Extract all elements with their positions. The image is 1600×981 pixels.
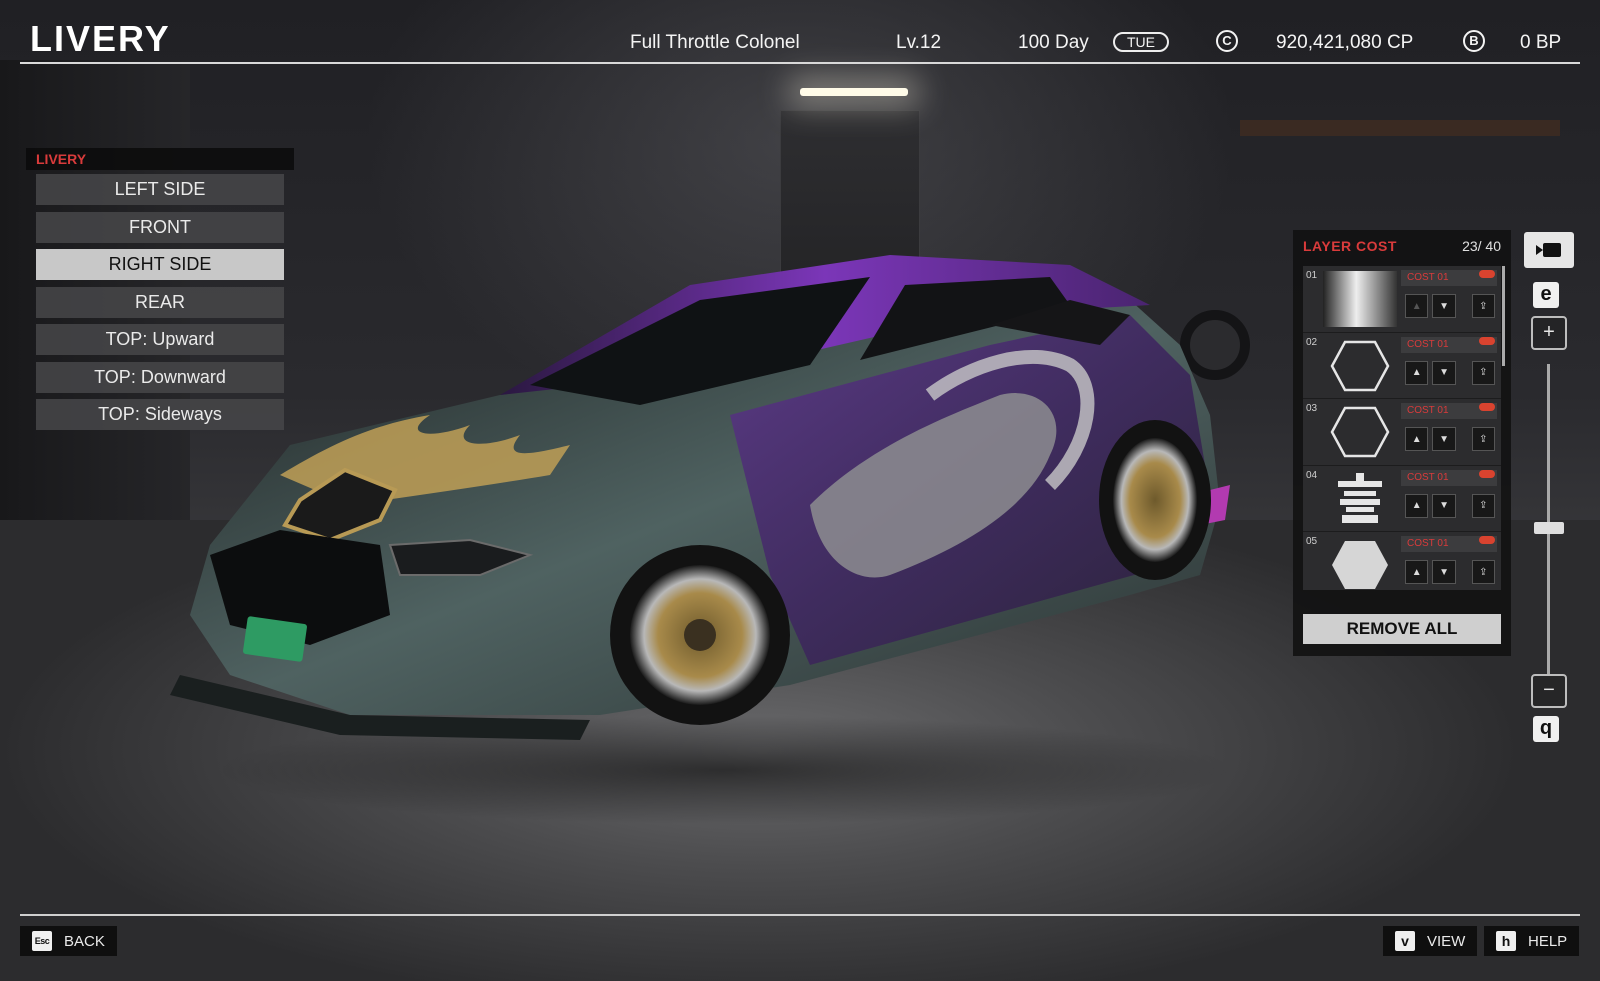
remove-all-button[interactable]: REMOVE ALL (1303, 614, 1501, 644)
move-layer-down-icon[interactable]: ▼ (1432, 493, 1456, 518)
layer-upload-icon[interactable]: ⇪ (1471, 294, 1495, 318)
zoom-slider-track[interactable] (1547, 364, 1550, 674)
zoom-out-button[interactable]: − (1531, 674, 1567, 708)
menu-item-top-upward[interactable]: TOP: Upward (36, 324, 284, 355)
weekday-badge: TUE (1113, 32, 1169, 52)
move-layer-down-icon[interactable]: ▼ (1432, 427, 1456, 451)
layer-list[interactable]: 01 COST 01 ▲ ▼ ⇪ 02 COST 01 ▲ ▼ ⇪ 03 COST 01 ▲ ▼ ⇪ 04 CO… (1303, 266, 1501, 590)
hexagon-outline-icon[interactable] (1321, 403, 1399, 461)
layer-number: 01 (1306, 270, 1318, 281)
layer-visibility-toggle[interactable] (1479, 270, 1495, 278)
layer-number: 05 (1306, 536, 1318, 547)
page-title: LIVERY (30, 18, 171, 59)
menu-item-right-side[interactable]: RIGHT SIDE (36, 249, 284, 280)
back-label: BACK (64, 932, 105, 950)
layer-upload-icon[interactable]: ⇪ (1471, 360, 1495, 385)
gradient-icon[interactable] (1321, 270, 1399, 328)
zoom-slider-thumb[interactable] (1534, 522, 1564, 535)
help-label: HELP (1528, 932, 1568, 950)
zoom-in-button[interactable]: + (1531, 316, 1567, 350)
view-label: VIEW (1427, 932, 1466, 950)
garage-shelf (1240, 120, 1560, 136)
layer-upload-icon[interactable]: ⇪ (1471, 427, 1495, 451)
menu-item-top-sideways[interactable]: TOP: Sideways (36, 399, 284, 430)
back-button[interactable]: Esc BACK (20, 926, 117, 956)
day-counter: 100 Day (1018, 32, 1089, 53)
v-key-icon: v (1395, 931, 1415, 951)
layer-visibility-toggle[interactable] (1479, 536, 1495, 544)
layer-panel-header: LAYER COST 23/ 40 (1293, 230, 1511, 262)
menu-item-top-downward[interactable]: TOP: Downward (36, 361, 284, 393)
move-layer-up-icon[interactable]: ▲ (1405, 360, 1429, 385)
layer-row[interactable]: 02 COST 01 ▲ ▼ ⇪ (1303, 332, 1501, 399)
view-button[interactable]: v VIEW (1383, 926, 1478, 956)
h-key-icon: h (1496, 931, 1516, 951)
layer-number: 04 (1306, 469, 1318, 481)
menu-item-front[interactable]: FRONT (36, 211, 284, 243)
layer-controls: ▲ ▼ ⇪ (1405, 492, 1495, 520)
layer-cost-panel: LAYER COST 23/ 40 01 COST 01 ▲ ▼ ⇪ 02 COST 01 ▲… (1293, 230, 1511, 656)
menu-item-left-side[interactable]: LEFT SIDE (36, 174, 284, 205)
cp-balance: 920,421,080 CP (1276, 32, 1414, 53)
layer-row[interactable]: 03 COST 01 ▲ ▼ ⇪ (1303, 399, 1501, 466)
layer-list-scrollbar[interactable] (1502, 266, 1505, 366)
help-button[interactable]: h HELP (1484, 926, 1580, 956)
car-preview[interactable] (170, 245, 1280, 845)
move-layer-up-icon[interactable]: ▲ (1405, 560, 1429, 584)
layer-upload-icon[interactable]: ⇪ (1471, 493, 1495, 518)
layer-visibility-toggle[interactable] (1479, 336, 1495, 345)
move-layer-up-icon[interactable]: ▲ (1405, 493, 1429, 518)
menu-item-rear[interactable]: REAR (36, 286, 284, 318)
camera-view-button[interactable] (1524, 232, 1574, 268)
livery-menu-heading: LIVERY (26, 148, 294, 170)
layer-controls: ▲ ▼ ⇪ (1405, 359, 1495, 387)
hexagon-outline-icon[interactable] (1321, 337, 1399, 395)
zoom-out-key-hint: q (1533, 716, 1559, 742)
move-layer-down-icon[interactable]: ▼ (1432, 360, 1456, 385)
layer-visibility-toggle[interactable] (1479, 403, 1495, 411)
player-name: Full Throttle Colonel (630, 32, 800, 53)
layer-row[interactable]: 01 COST 01 ▲ ▼ ⇪ (1303, 266, 1501, 333)
camera-icon (1536, 243, 1561, 257)
hexagon-filled-icon[interactable] (1321, 536, 1399, 590)
bp-balance: 0 BP (1520, 32, 1562, 53)
layer-row[interactable]: 04 COST 01 ▲ ▼ ⇪ (1303, 465, 1501, 532)
cp-currency-icon: C (1216, 30, 1238, 52)
layer-cost-count: 23/ 40 (1462, 238, 1501, 254)
move-layer-up-icon[interactable]: ▲ (1405, 427, 1429, 451)
layer-number: 03 (1306, 403, 1318, 414)
move-layer-up-icon[interactable]: ▲ (1405, 294, 1429, 318)
player-level: Lv.12 (896, 32, 942, 53)
move-layer-down-icon[interactable]: ▼ (1432, 294, 1456, 318)
layer-controls: ▲ ▼ ⇪ (1405, 425, 1495, 453)
kanji-glyph-icon[interactable] (1321, 470, 1399, 528)
top-bar: LIVERY Full Throttle Colonel Lv.12 100 D… (20, 0, 1580, 64)
layer-controls: ▲ ▼ ⇪ (1405, 292, 1495, 320)
car-render (170, 255, 1230, 740)
livery-menu-items: LEFT SIDE FRONT RIGHT SIDE REAR TOP: Upward T… (26, 170, 294, 430)
footer-divider (20, 914, 1580, 916)
livery-menu: LIVERY LEFT SIDE FRONT RIGHT SIDE REAR TOP: … (26, 148, 294, 437)
layer-cost-title: LAYER COST (1303, 238, 1397, 254)
zoom-in-key-hint: e (1533, 282, 1559, 308)
bp-currency-icon: B (1463, 30, 1485, 52)
layer-visibility-toggle[interactable] (1479, 469, 1495, 478)
esc-key-icon: Esc (32, 931, 52, 951)
layer-controls: ▲ ▼ ⇪ (1405, 558, 1495, 586)
layer-upload-icon[interactable]: ⇪ (1471, 560, 1495, 584)
move-layer-down-icon[interactable]: ▼ (1432, 560, 1456, 584)
layer-number: 02 (1306, 336, 1318, 348)
layer-row[interactable]: 05 COST 01 ▲ ▼ ⇪ (1303, 532, 1501, 590)
ceiling-light (800, 88, 908, 96)
